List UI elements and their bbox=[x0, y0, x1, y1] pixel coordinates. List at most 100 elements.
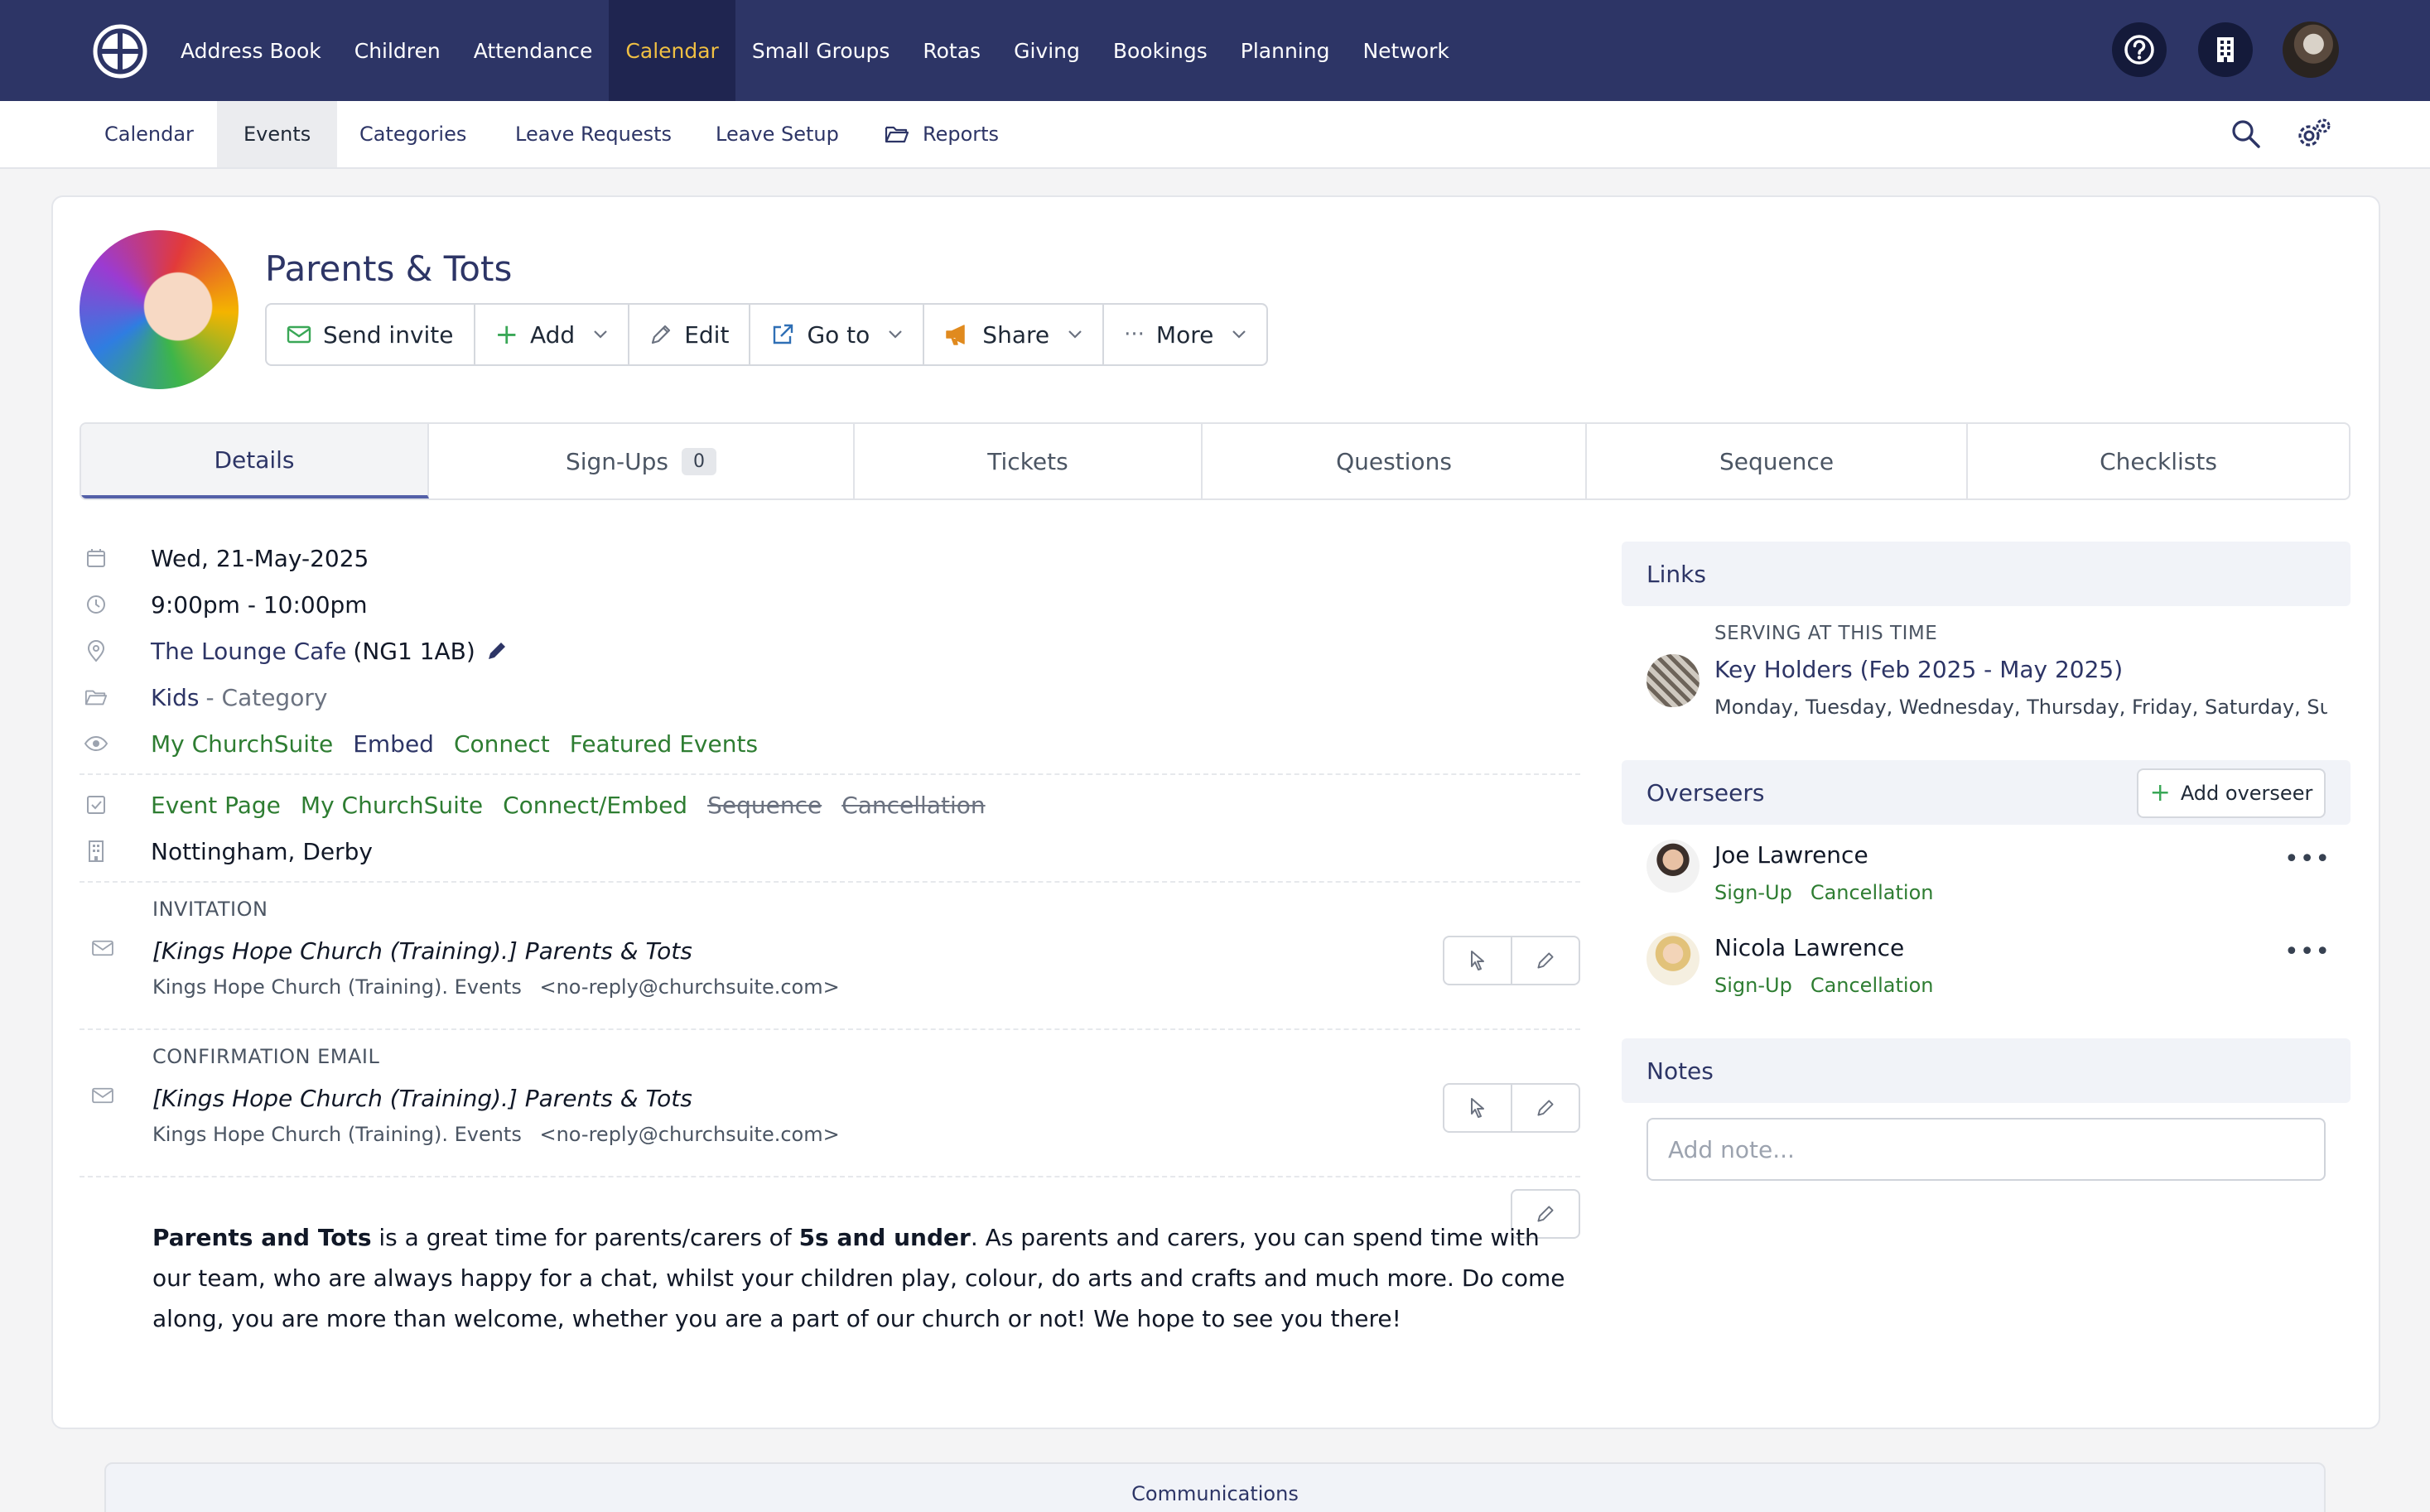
event-image bbox=[80, 230, 239, 389]
overseer-links: Sign-Up Cancellation bbox=[1714, 881, 1933, 904]
visibility-my-churchsuite: My ChurchSuite bbox=[151, 730, 334, 758]
search-icon[interactable] bbox=[2230, 118, 2263, 151]
edit-invitation-button[interactable] bbox=[1512, 937, 1579, 984]
tab-questions[interactable]: Questions bbox=[1203, 424, 1587, 498]
go-to-label: Go to bbox=[807, 320, 870, 349]
chevron-down-icon bbox=[1232, 330, 1246, 339]
notes-heading: Notes bbox=[1647, 1057, 1714, 1085]
nav-bookings[interactable]: Bookings bbox=[1097, 0, 1224, 101]
confirmation-sender: Kings Hope Church (Training). Events <no… bbox=[152, 1123, 840, 1146]
description-bold-title: Parents and Tots bbox=[152, 1224, 372, 1251]
rota-link[interactable]: Key Holders (Feb 2025 - May 2025) bbox=[1714, 656, 2123, 683]
subnav-leave-requests[interactable]: Leave Requests bbox=[489, 101, 698, 167]
churchsuite-logo-icon[interactable] bbox=[93, 24, 147, 79]
pencil-icon bbox=[1536, 1098, 1555, 1118]
tab-tickets[interactable]: Tickets bbox=[855, 424, 1203, 498]
pencil-icon bbox=[1536, 951, 1555, 970]
more-dropdown-button[interactable]: ··· More bbox=[1104, 305, 1266, 364]
pencil-icon bbox=[649, 323, 673, 346]
chevron-down-icon bbox=[593, 330, 608, 339]
pencil-edit-location-icon[interactable] bbox=[485, 639, 509, 662]
description-text: is a great time for parents/carers of bbox=[371, 1224, 799, 1251]
nav-network[interactable]: Network bbox=[1346, 0, 1465, 101]
overseer-sign-up: Sign-Up bbox=[1714, 881, 1792, 904]
tab-sign-ups[interactable]: Sign-Ups 0 bbox=[429, 424, 855, 498]
sub-navigation: Calendar Events Categories Leave Request… bbox=[0, 101, 2430, 169]
overseer-menu-icon[interactable]: ••• bbox=[2284, 845, 2331, 874]
communications-panel[interactable]: Communications bbox=[104, 1462, 2326, 1512]
checkbox-icon bbox=[80, 788, 113, 821]
go-to-dropdown-button[interactable]: Go to bbox=[750, 305, 925, 364]
nav-attendance[interactable]: Attendance bbox=[457, 0, 610, 101]
user-avatar[interactable] bbox=[2283, 22, 2339, 78]
tab-sequence[interactable]: Sequence bbox=[1587, 424, 1968, 498]
envelope-icon bbox=[91, 1086, 114, 1105]
nav-giving[interactable]: Giving bbox=[997, 0, 1097, 101]
folder-open-icon bbox=[885, 124, 909, 144]
add-note-input[interactable] bbox=[1647, 1118, 2326, 1181]
confirmation-sender-email: <no-reply@churchsuite.com> bbox=[539, 1123, 840, 1146]
event-description: Parents and Tots is a great time for par… bbox=[152, 1217, 1577, 1339]
edit-confirmation-button[interactable] bbox=[1512, 1085, 1579, 1131]
nav-small-groups[interactable]: Small Groups bbox=[735, 0, 907, 101]
overseer-name[interactable]: Joe Lawrence bbox=[1714, 841, 1868, 869]
nav-planning[interactable]: Planning bbox=[1224, 0, 1347, 101]
avatar[interactable] bbox=[1647, 932, 1700, 985]
category-link[interactable]: Kids bbox=[151, 684, 200, 711]
invitation-subject: [Kings Hope Church (Training).] Parents … bbox=[152, 937, 692, 965]
add-overseer-label: Add overseer bbox=[2180, 782, 2313, 805]
overseer-name[interactable]: Nicola Lawrence bbox=[1714, 934, 1904, 961]
communications-label: Communications bbox=[1131, 1482, 1299, 1505]
preview-invitation-button[interactable] bbox=[1444, 937, 1512, 984]
visibility-embed[interactable]: Embed bbox=[353, 730, 434, 758]
invitation-heading: INVITATION bbox=[152, 898, 268, 921]
building-icon[interactable] bbox=[2198, 22, 2253, 77]
notes-panel-heading: Notes bbox=[1622, 1038, 2350, 1103]
invitation-actions bbox=[1443, 936, 1580, 985]
nav-address-book[interactable]: Address Book bbox=[164, 0, 338, 101]
overseer-cancellation: Cancellation bbox=[1810, 974, 1934, 997]
category-suffix: - Category bbox=[205, 683, 328, 711]
share-dropdown-button[interactable]: Share bbox=[924, 305, 1105, 364]
building-icon bbox=[80, 835, 113, 868]
overseer-links: Sign-Up Cancellation bbox=[1714, 974, 1933, 997]
envelope-icon bbox=[287, 325, 311, 344]
edit-label: Edit bbox=[684, 320, 730, 349]
tab-details[interactable]: Details bbox=[81, 424, 429, 498]
rota-icon bbox=[1647, 654, 1700, 707]
add-overseer-button[interactable]: + Add overseer bbox=[2137, 768, 2326, 818]
preview-confirmation-button[interactable] bbox=[1444, 1085, 1512, 1131]
location-link[interactable]: The Lounge Cafe bbox=[151, 638, 346, 665]
subnav-calendar[interactable]: Calendar bbox=[78, 101, 220, 167]
more-label: More bbox=[1155, 320, 1214, 349]
subnav-reports[interactable]: Reports bbox=[858, 101, 1025, 167]
nav-rotas[interactable]: Rotas bbox=[906, 0, 997, 101]
subnav-leave-setup[interactable]: Leave Setup bbox=[689, 101, 865, 167]
calendar-icon bbox=[80, 542, 113, 575]
envelope-icon bbox=[91, 939, 114, 957]
ellipsis-icon: ··· bbox=[1124, 322, 1145, 347]
share-label: Share bbox=[982, 320, 1050, 349]
overseer-menu-icon[interactable]: ••• bbox=[2284, 937, 2331, 966]
overseers-heading: Overseers bbox=[1647, 778, 1765, 807]
map-pin-icon bbox=[80, 634, 113, 667]
tab-sequence-label: Sequence bbox=[1719, 447, 1835, 475]
sign-ups-count-badge: 0 bbox=[682, 447, 717, 475]
avatar[interactable] bbox=[1647, 840, 1700, 893]
tab-sign-ups-label: Sign-Ups bbox=[565, 447, 669, 475]
nav-calendar[interactable]: Calendar bbox=[609, 0, 735, 101]
top-navigation: Address Book Children Attendance Calenda… bbox=[0, 0, 2430, 101]
nav-children[interactable]: Children bbox=[338, 0, 457, 101]
subnav-categories[interactable]: Categories bbox=[333, 101, 493, 167]
tab-checklists[interactable]: Checklists bbox=[1968, 424, 2349, 498]
event-title: Parents & Tots bbox=[265, 248, 513, 289]
help-icon[interactable] bbox=[2112, 22, 2167, 77]
send-invite-button[interactable]: Send invite bbox=[267, 305, 475, 364]
settings-gears-icon[interactable] bbox=[2294, 116, 2332, 152]
visibility-connect: Connect bbox=[453, 730, 550, 758]
subnav-events[interactable]: Events bbox=[217, 101, 338, 167]
links-panel-heading: Links bbox=[1622, 542, 2350, 606]
edit-button[interactable]: Edit bbox=[629, 305, 751, 364]
add-dropdown-button[interactable]: + Add bbox=[475, 305, 630, 364]
plus-icon: + bbox=[2149, 778, 2171, 807]
